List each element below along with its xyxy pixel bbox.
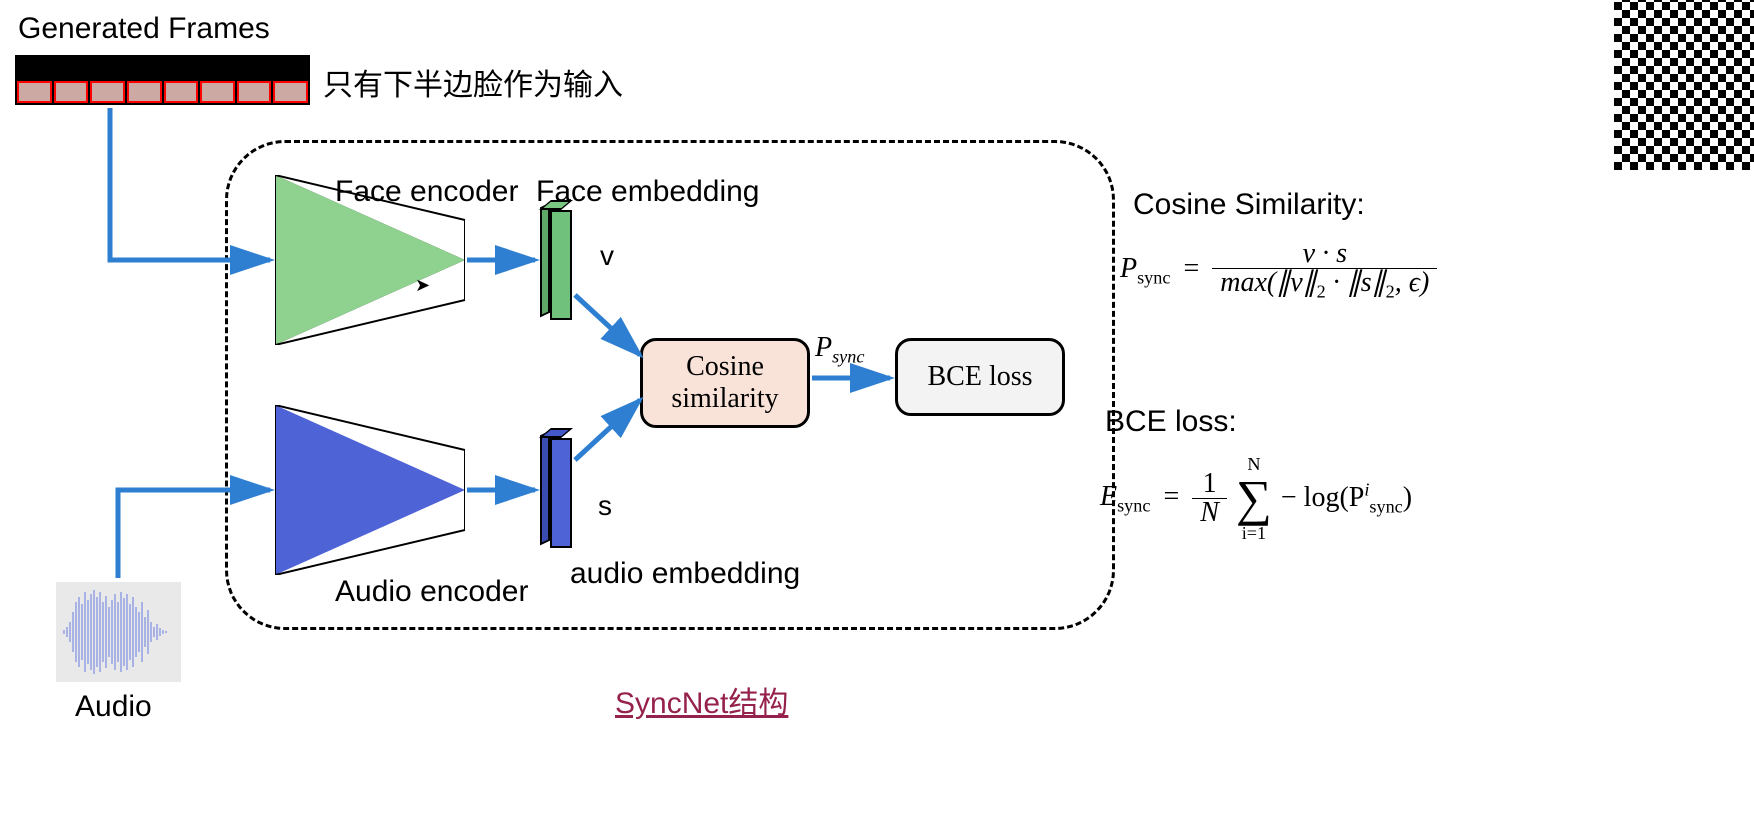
cosine-title: Cosine Similarity: xyxy=(1133,188,1365,222)
caption-link[interactable]: SyncNet结构 xyxy=(615,678,788,722)
audio-thumbnail xyxy=(56,582,181,682)
arrows-layer xyxy=(0,0,1754,815)
cursor-icon: ➤ xyxy=(415,275,430,296)
bce-title: BCE loss: xyxy=(1105,405,1237,439)
waveform-icon xyxy=(56,582,181,682)
cosine-equation: Psync = v · s max(∥v∥2 · ∥s∥2, ϵ) xyxy=(1120,240,1437,301)
bce-equation: Esync = 1 N N ∑ i=1 − log(Pisync) xyxy=(1100,455,1412,542)
audio-label: Audio xyxy=(75,690,152,724)
